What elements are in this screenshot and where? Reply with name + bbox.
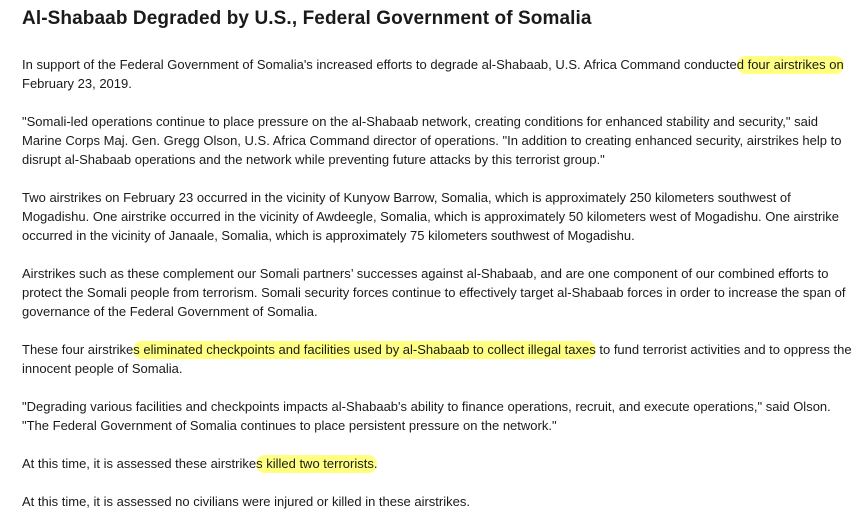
paragraph-text: In support of the Federal Government of … xyxy=(22,57,737,72)
paragraph-text: These four airstrike xyxy=(22,342,134,357)
page-title: Al-Shabaab Degraded by U.S., Federal Gov… xyxy=(22,8,592,29)
highlighted-text: d four airstrikes on xyxy=(736,56,844,74)
highlighted-text: s killed two terrorists. xyxy=(256,455,378,473)
paragraph-strike-locations: Two airstrikes on February 23 occurred i… xyxy=(22,190,839,243)
paragraph-quote-olson: "Somali-led operations continue to place… xyxy=(22,114,842,167)
paragraph-quote-degrading: "Degrading various facilities and checkp… xyxy=(22,399,831,433)
paragraph-text: At this time, it is assessed these airst… xyxy=(22,456,257,471)
paragraph-no-civilians: At this time, it is assessed no civilian… xyxy=(22,494,470,509)
paragraph-terrorists-killed: At this time, it is assessed these airst… xyxy=(22,454,858,473)
paragraph-checkpoints: These four airstrikes eliminated checkpo… xyxy=(22,340,858,378)
paragraph-intro: In support of the Federal Government of … xyxy=(22,55,858,93)
highlighted-text: s eliminated checkpoints and facilities … xyxy=(133,341,596,359)
paragraph-text: February 23, 2019. xyxy=(22,76,132,91)
paragraph-partners: Airstrikes such as these complement our … xyxy=(22,266,846,319)
